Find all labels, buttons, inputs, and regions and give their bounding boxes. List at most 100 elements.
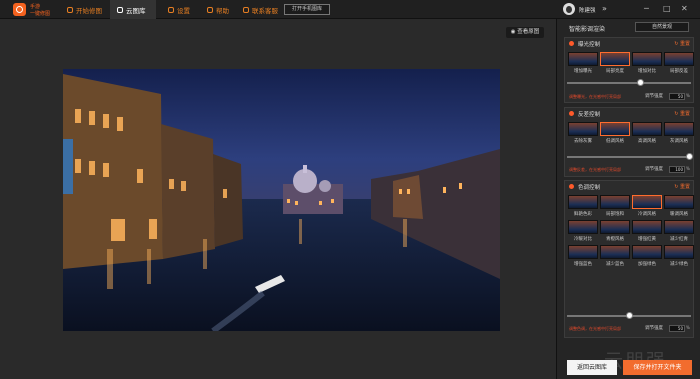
- preset-thumb[interactable]: [568, 195, 598, 209]
- preset-thumb[interactable]: [600, 220, 630, 234]
- expand-double-chevron-icon[interactable]: »: [602, 4, 607, 13]
- preset-thumb[interactable]: [664, 122, 694, 136]
- preset-thumb[interactable]: [568, 220, 598, 234]
- thumb-label: 灰调风格: [670, 139, 688, 144]
- preset-thumb[interactable]: [632, 122, 662, 136]
- thumb-label: 减少绿色: [670, 262, 688, 267]
- app-logo-icon: [13, 3, 26, 16]
- section-contrast: 反差控制 ↻ 重置 去除灰雾 低调风格 高调风格 灰调风格 调整反差，在光感中打…: [564, 107, 694, 177]
- brand-line1: 手游: [30, 4, 41, 10]
- panel-title: 智能影调渲染: [569, 26, 606, 33]
- preset-thumb[interactable]: [664, 195, 694, 209]
- cloud-icon: [117, 7, 123, 13]
- preset-thumb-selected[interactable]: [600, 122, 630, 136]
- contrast-icon: [569, 111, 574, 116]
- preset-thumb-selected[interactable]: [600, 52, 630, 66]
- section-header: 曝光控制 ↻ 重置: [565, 38, 693, 49]
- intensity-input[interactable]: 100: [669, 166, 685, 173]
- help-icon: [207, 7, 213, 13]
- thumb-label: 冷调风格: [638, 212, 656, 217]
- percent-sign: %: [686, 325, 690, 330]
- preset-thumb[interactable]: [664, 52, 694, 66]
- reset-button[interactable]: ↻ 重置: [674, 110, 690, 117]
- section-title: 反差控制: [578, 112, 601, 118]
- intensity-input[interactable]: 50: [669, 93, 685, 100]
- intensity-label: 调节强度: [645, 167, 663, 172]
- title-bar: 手游 一键修图 开始修图 云图库 设置 帮助 联系客服 打开手机图库 陈建强 »…: [0, 0, 700, 19]
- back-to-cloud-gallery-button[interactable]: 返回云图库: [567, 360, 617, 375]
- section-exposure: 曝光控制 ↻ 重置 增加曝光 局部亮度 增加对比 局部反差 调整曝光，在光感中打…: [564, 37, 694, 103]
- hint-text: 调整色调，在光感中打亮局部: [569, 326, 621, 331]
- nav-settings[interactable]: 设置: [168, 5, 190, 15]
- hint-text: 调整曝光，在光感中打亮局部: [569, 94, 621, 99]
- save-and-open-folder-button[interactable]: 保存并打开文件夹: [623, 360, 692, 375]
- view-original-button[interactable]: ◉ 查看原图: [506, 27, 544, 38]
- thumb-label: 增加曝光: [574, 69, 592, 74]
- section-title: 曝光控制: [578, 42, 601, 48]
- open-phone-gallery-button[interactable]: 打开手机图库: [284, 4, 330, 15]
- intensity-input[interactable]: 50: [669, 325, 685, 332]
- support-icon: [243, 7, 249, 13]
- preset-thumb[interactable]: [664, 245, 694, 259]
- username: 陈建强: [579, 8, 596, 14]
- adjustment-panel: 智能影调渲染 自然景观 曝光控制 ↻ 重置 增加曝光 局部亮度 增加对比 局部反…: [556, 19, 700, 379]
- venice-night-photo: [63, 69, 500, 331]
- maximize-icon[interactable]: □: [663, 4, 671, 13]
- preset-thumb[interactable]: [568, 245, 598, 259]
- preset-thumb[interactable]: [632, 245, 662, 259]
- thumb-label: 局部饱和: [606, 212, 624, 217]
- thumb-label: 增强红黄: [638, 237, 656, 242]
- start-edit-icon: [67, 7, 73, 13]
- avatar[interactable]: [563, 3, 575, 15]
- minimize-icon[interactable]: ─: [644, 4, 649, 13]
- intensity-slider-track[interactable]: [567, 82, 691, 84]
- close-icon[interactable]: ✕: [681, 4, 688, 13]
- intensity-slider-track[interactable]: [567, 156, 691, 158]
- preset-thumb[interactable]: [600, 245, 630, 259]
- preset-thumb-selected[interactable]: [632, 195, 662, 209]
- thumb-label: 加强绿色: [638, 262, 656, 267]
- intensity-slider-knob[interactable]: [626, 312, 633, 319]
- thumb-label: 青橙风格: [606, 237, 624, 242]
- thumb-label: 低调风格: [606, 139, 624, 144]
- color-tone-icon: [569, 184, 574, 189]
- edited-photo: [63, 69, 500, 331]
- thumb-label: 鲜艳色彩: [574, 212, 592, 217]
- section-title: 色调控制: [578, 185, 601, 191]
- thumb-label: 去除灰雾: [574, 139, 592, 144]
- preset-thumb[interactable]: [664, 220, 694, 234]
- nav-cloud-gallery[interactable]: 云图库: [117, 5, 146, 15]
- thumb-label: 增加对比: [638, 69, 656, 74]
- brand-line2: 一键修图: [30, 11, 51, 17]
- nav-support[interactable]: 联系客服: [243, 5, 278, 15]
- section-header: 反差控制 ↻ 重置: [565, 108, 693, 119]
- hint-text: 调整反差，在光感中打亮局部: [569, 167, 621, 172]
- preset-thumb[interactable]: [600, 195, 630, 209]
- preset-thumb[interactable]: [568, 122, 598, 136]
- nav-start-edit[interactable]: 开始修图: [67, 5, 102, 15]
- intensity-label: 调节强度: [645, 94, 663, 99]
- gear-icon: [168, 7, 174, 13]
- preset-select[interactable]: 自然景观: [635, 22, 689, 32]
- image-viewer: ◉ 查看原图: [0, 19, 556, 379]
- thumb-label: 局部亮度: [606, 69, 624, 74]
- reset-button[interactable]: ↻ 重置: [674, 183, 690, 190]
- thumb-label: 冷暖对比: [574, 237, 592, 242]
- thumb-label: 增强蓝色: [574, 262, 592, 267]
- nav-help[interactable]: 帮助: [207, 5, 229, 15]
- preset-thumb[interactable]: [632, 52, 662, 66]
- exposure-icon: [569, 41, 574, 46]
- section-color-tone: 色调控制 ↻ 重置 鲜艳色彩 局部饱和 冷调风格 暖调风格 冷暖对比 青橙风格 …: [564, 180, 694, 338]
- thumb-label: 局部反差: [670, 69, 688, 74]
- thumb-label: 暖调风格: [670, 212, 688, 217]
- thumb-label: 减少蓝色: [606, 262, 624, 267]
- section-header: 色调控制 ↻ 重置: [565, 181, 693, 192]
- thumb-label: 减少红青: [670, 237, 688, 242]
- reset-button[interactable]: ↻ 重置: [674, 40, 690, 47]
- intensity-slider-knob[interactable]: [637, 79, 644, 86]
- percent-sign: %: [686, 166, 690, 171]
- preset-thumb[interactable]: [568, 52, 598, 66]
- preset-thumb[interactable]: [632, 220, 662, 234]
- intensity-slider-knob[interactable]: [686, 153, 693, 160]
- intensity-label: 调节强度: [645, 326, 663, 331]
